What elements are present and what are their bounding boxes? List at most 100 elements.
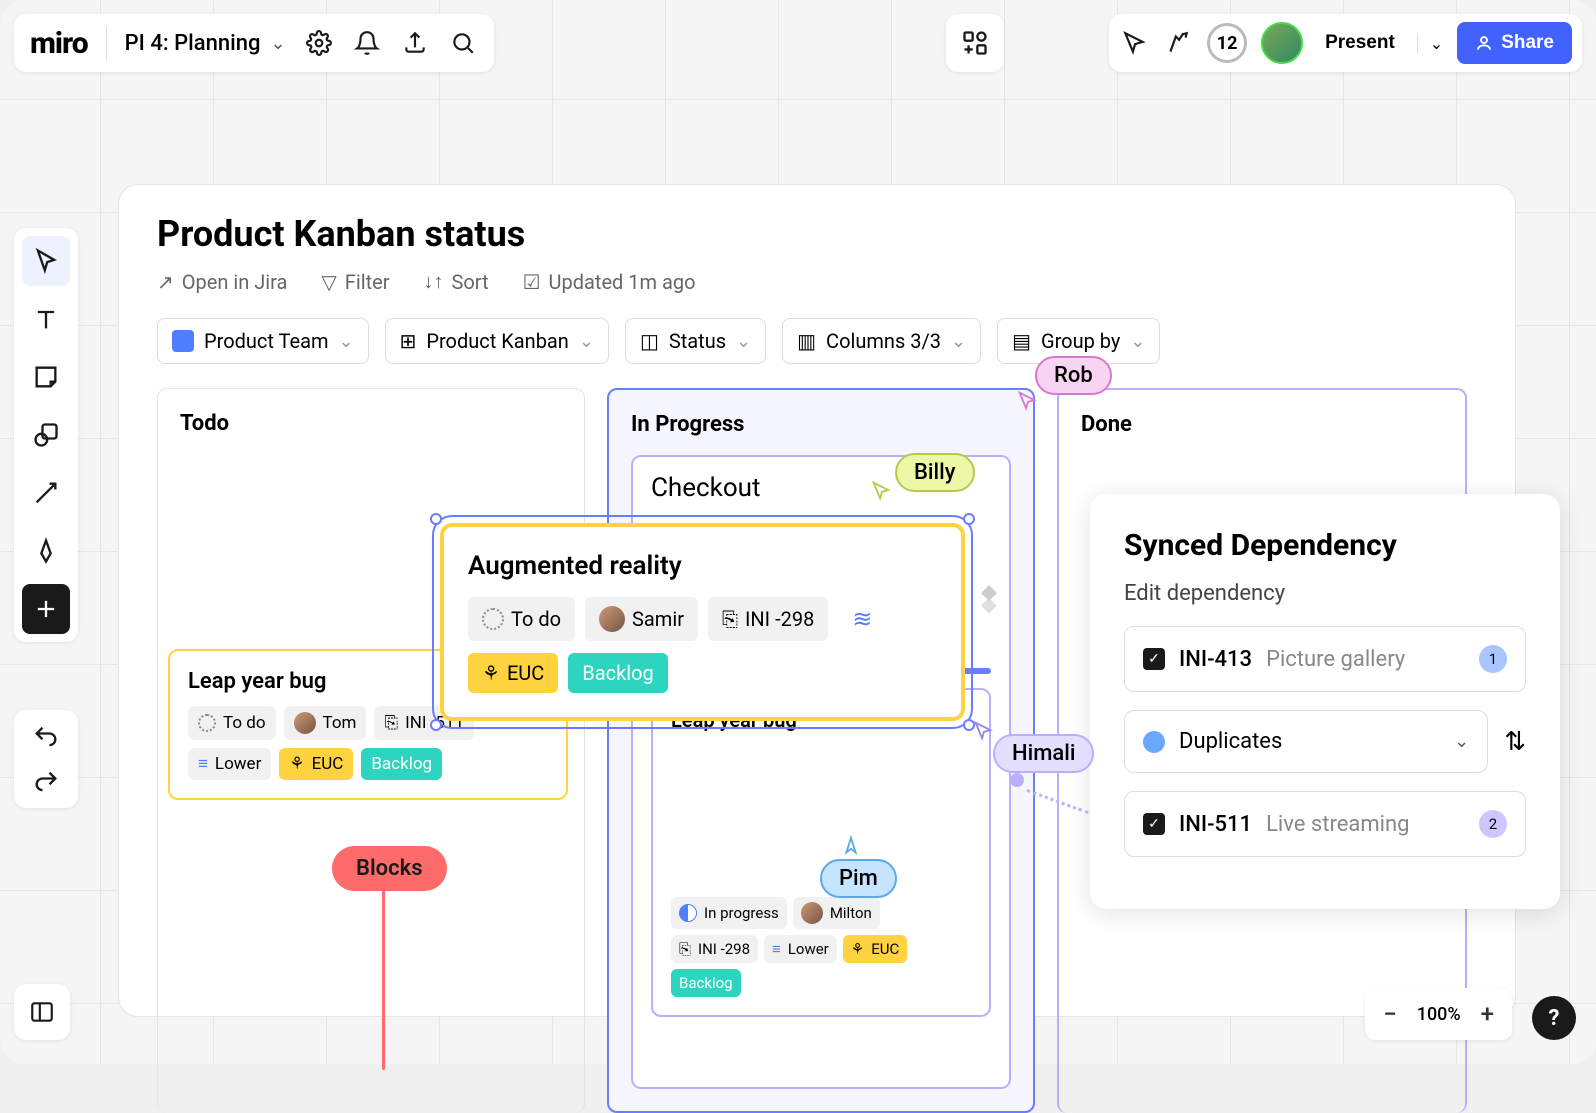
tools-toolbar [14, 228, 78, 642]
user-cursor-pim: Pim [820, 859, 897, 898]
select-tool[interactable] [22, 236, 70, 286]
key-tag: ⎘INI -298 [708, 597, 828, 641]
priority-icon: ≡ [772, 940, 781, 958]
sort-icon: ↓↑ [424, 269, 444, 294]
export-icon[interactable] [400, 28, 430, 58]
share-button[interactable]: Share [1457, 22, 1572, 64]
undo-button[interactable] [22, 718, 70, 755]
assignee-label: Milton [830, 904, 872, 922]
filter-label: Filter [345, 270, 390, 294]
apps-button[interactable] [946, 14, 1004, 72]
card-leap-year-bug-progress[interactable]: Leap year bug In progress Milton ⎘INI -2… [651, 688, 991, 1017]
participant-count[interactable]: 12 [1207, 23, 1247, 63]
pen-tool[interactable] [22, 526, 70, 576]
chevron-down-icon: ⌄ [1454, 731, 1469, 752]
people-icon: ⚘ [482, 661, 500, 685]
checkbox-icon[interactable]: ✓ [1143, 813, 1165, 835]
resize-handle[interactable] [430, 513, 442, 525]
help-button[interactable]: ? [1532, 996, 1576, 1040]
zoom-in-button[interactable]: + [1481, 1000, 1494, 1028]
dependency-name: Live streaming [1266, 812, 1465, 837]
priority-icon: ≋ [852, 605, 872, 633]
shape-tool[interactable] [22, 410, 70, 460]
zoom-level[interactable]: 100% [1417, 1004, 1461, 1025]
board-name-dropdown[interactable]: PI 4: Planning ⌄ [125, 31, 286, 56]
brand-logo[interactable]: miro [30, 26, 88, 61]
sprint-label: Backlog [582, 661, 653, 685]
sprint-tag: Backlog [671, 969, 741, 997]
sort-button[interactable]: ↓↑Sort [424, 269, 489, 294]
search-icon[interactable] [448, 28, 478, 58]
bell-icon[interactable] [352, 28, 382, 58]
priority-icon: ≡ [198, 754, 208, 774]
open-in-jira-link[interactable]: ↗ Open in Jira [157, 269, 287, 294]
chip-icon: ⎘ [679, 940, 691, 958]
dependency-count-badge: 1 [1479, 645, 1507, 673]
reactions-icon[interactable] [1163, 28, 1193, 58]
column-title: In Progress [631, 412, 1011, 437]
assignee-tag: Milton [793, 897, 880, 929]
key-tag: ⎘ INI -298 [671, 935, 758, 963]
status-filter[interactable]: ◫Status⌄ [625, 318, 766, 364]
present-button[interactable]: Present [1317, 32, 1403, 54]
columns-filter[interactable]: ▥Columns 3/3⌄ [782, 318, 981, 364]
filter-button[interactable]: ▽Filter [321, 269, 389, 294]
cursor-icon[interactable] [1119, 28, 1149, 58]
zoom-out-button[interactable]: − [1383, 1000, 1397, 1028]
sprint-tag: Backlog [361, 748, 442, 780]
column-in-progress[interactable]: In Progress Checkout Leap year bug In pr… [607, 388, 1035, 1113]
sticky-note-tool[interactable] [22, 352, 70, 402]
status-icon: ◫ [640, 329, 659, 353]
resize-handle[interactable] [430, 719, 442, 731]
chip-icon: ⎘ [722, 607, 738, 631]
assignee-tag: Samir [585, 597, 698, 641]
resize-handle[interactable] [963, 513, 975, 525]
share-label: Share [1501, 32, 1554, 54]
status-tag: To do [468, 597, 575, 641]
relation-color-icon [1143, 731, 1165, 753]
user-cursor-himali: Himali [993, 734, 1094, 773]
user-cursor-billy: Billy [895, 453, 975, 492]
team-label: EUC [312, 754, 344, 774]
key-label: INI -298 [698, 940, 750, 958]
status-tag: In progress [671, 897, 787, 929]
columns-icon: ▥ [797, 329, 816, 353]
team-tag: ⚘EUC [279, 748, 353, 780]
redo-button[interactable] [22, 763, 70, 800]
dependency-item-2[interactable]: ✓ INI-511 Live streaming 2 [1124, 791, 1526, 857]
columns-filter-label: Columns 3/3 [826, 329, 941, 353]
swap-icon[interactable]: ⇅ [1504, 727, 1526, 757]
dependency-count-badge: 2 [1479, 810, 1507, 838]
more-tools[interactable] [22, 584, 70, 634]
connector-tool[interactable] [22, 468, 70, 518]
cursor-arrow-icon [840, 835, 862, 861]
priority-tag: ≋ [838, 597, 886, 641]
present-dropdown[interactable]: ⌄ [1417, 34, 1443, 53]
status-tag: To do [188, 706, 276, 740]
chevron-down-icon: ⌄ [736, 331, 751, 352]
column-todo[interactable]: Todo Leap year bug To do Tom ⎘INI -511 ≡… [157, 388, 585, 1113]
open-jira-label: Open in Jira [182, 270, 288, 294]
text-tool[interactable] [22, 294, 70, 344]
topbar-right: 12 Present ⌄ Share [1109, 14, 1582, 72]
team-filter[interactable]: Product Team⌄ [157, 318, 369, 364]
dependency-item-1[interactable]: ✓ INI-413 Picture gallery 1 [1124, 626, 1526, 692]
card-augmented-reality[interactable]: Augmented reality To do Samir ⎘INI -298 … [440, 523, 965, 721]
chevron-down-icon: ⌄ [579, 331, 594, 352]
user-avatar[interactable] [1261, 22, 1303, 64]
frame-title[interactable]: Product Kanban status [157, 213, 1477, 255]
team-label: EUC [507, 661, 544, 685]
relation-select[interactable]: Duplicates ⌄ [1124, 710, 1488, 773]
status-label: In progress [704, 904, 779, 922]
board-filter[interactable]: ⊞Product Kanban⌄ [385, 318, 609, 364]
sprint-label: Backlog [679, 974, 733, 992]
zoom-controls: − 100% + [1365, 988, 1512, 1040]
external-link-icon: ↗ [157, 270, 174, 294]
checkbox-icon[interactable]: ✓ [1143, 648, 1165, 670]
team-filter-label: Product Team [204, 329, 328, 353]
updated-status: ☑Updated 1m ago [523, 269, 696, 294]
settings-icon[interactable] [304, 28, 334, 58]
priority-label: Lower [788, 940, 829, 958]
blocks-connector-label[interactable]: Blocks [332, 846, 447, 891]
frames-panel-button[interactable] [14, 984, 70, 1040]
